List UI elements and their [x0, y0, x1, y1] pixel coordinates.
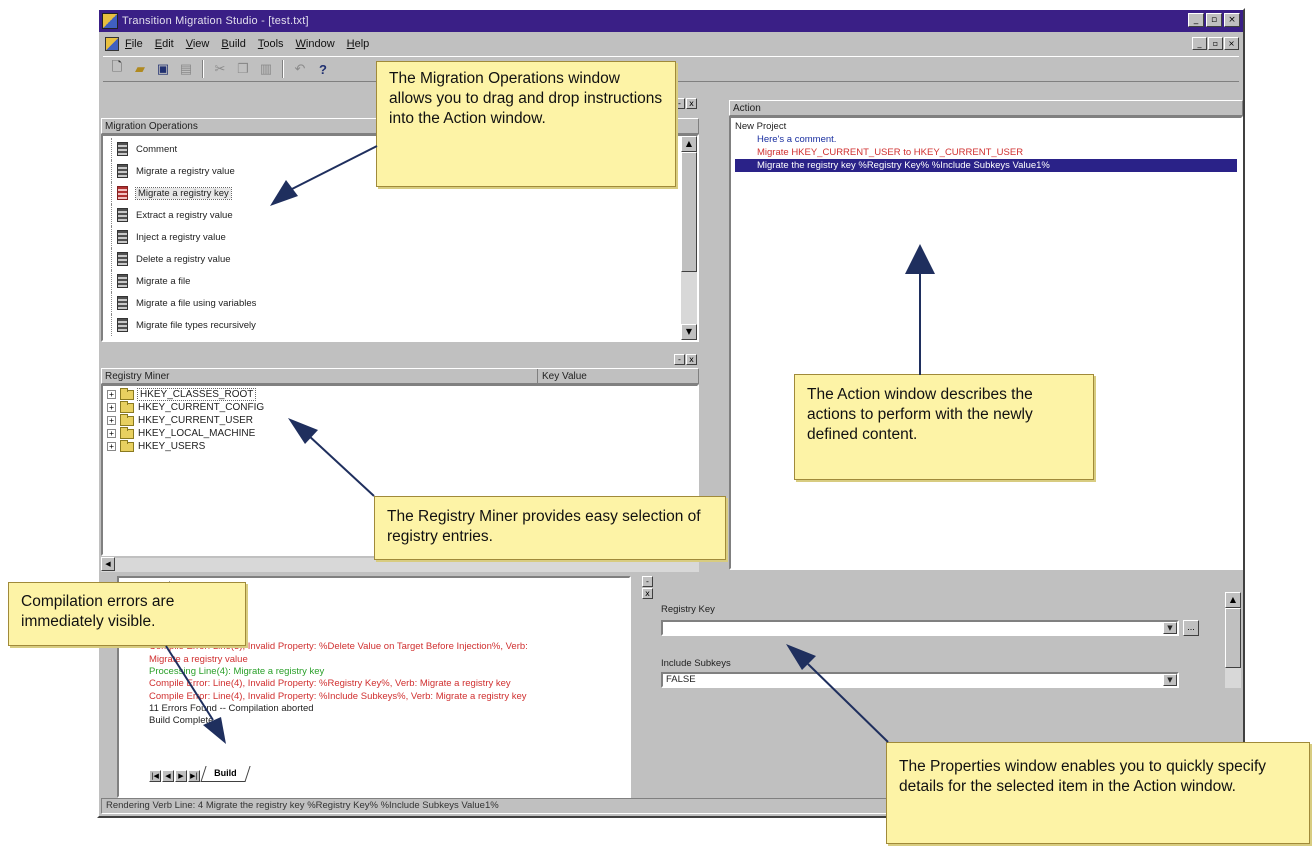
- tab-last-icon[interactable]: ▶|: [188, 770, 200, 782]
- registry-item[interactable]: + HKEY_CLASSES_ROOT: [107, 387, 693, 401]
- op-item-inject-registry-value[interactable]: Inject a registry value: [111, 226, 679, 248]
- callout-compilation-errors: Compilation errors are immediately visib…: [8, 582, 246, 646]
- app-icon: [102, 13, 118, 29]
- toolbar-separator: [202, 60, 204, 78]
- tab-build[interactable]: Build: [200, 766, 251, 782]
- operations-scrollbar[interactable]: ▲ ▼: [681, 136, 697, 340]
- callout-properties-window: The Properties window enables you to qui…: [886, 742, 1310, 844]
- action-root[interactable]: New Project: [735, 120, 1237, 133]
- callout-action-window: The Action window describes the actions …: [794, 374, 1094, 480]
- copy-icon[interactable]: ❐: [233, 59, 253, 79]
- print-icon[interactable]: ▤: [176, 59, 196, 79]
- action-line-selected[interactable]: Migrate the registry key %Registry Key% …: [735, 159, 1237, 172]
- toolbar-separator: [282, 60, 284, 78]
- registry-item[interactable]: + HKEY_CURRENT_CONFIG: [107, 400, 693, 414]
- save-icon[interactable]: ▣: [153, 59, 173, 79]
- action-line[interactable]: Here's a comment.: [735, 133, 1237, 146]
- scroll-thumb[interactable]: [681, 152, 697, 272]
- menu-help[interactable]: Help: [347, 38, 370, 50]
- pane-close-button[interactable]: x: [642, 588, 653, 599]
- title-bar[interactable]: Transition Migration Studio - [test.txt]…: [99, 10, 1243, 32]
- key-value-column-header[interactable]: Key Value: [537, 369, 587, 385]
- expand-icon[interactable]: +: [107, 429, 116, 438]
- close-button[interactable]: ×: [1224, 13, 1240, 27]
- pane-pin-button[interactable]: -: [642, 576, 653, 587]
- properties-scrollbar[interactable]: ▲: [1225, 592, 1241, 688]
- build-tabstrip: |◀ ◀ ▶ ▶| Build: [149, 766, 251, 782]
- include-subkeys-label: Include Subkeys: [661, 658, 731, 669]
- mdi-close-button[interactable]: ×: [1224, 37, 1239, 50]
- build-line: 11 Errors Found -- Compilation aborted: [149, 702, 314, 714]
- pane-pin-button[interactable]: -: [674, 354, 685, 365]
- folder-icon: [120, 413, 134, 426]
- chevron-down-icon[interactable]: ▼: [1163, 622, 1177, 634]
- scroll-down-icon[interactable]: ▼: [681, 324, 697, 340]
- menu-build[interactable]: Build: [221, 38, 245, 50]
- menu-view[interactable]: View: [186, 38, 210, 50]
- menu-bar: File Edit View Build Tools Window Help _…: [99, 34, 1243, 54]
- tab-next-icon[interactable]: ▶: [175, 770, 187, 782]
- scroll-up-icon[interactable]: ▲: [1225, 592, 1241, 608]
- mdi-restore-button[interactable]: ▫: [1208, 37, 1223, 50]
- op-item-migrate-file-variables[interactable]: Migrate a file using variables: [111, 292, 679, 314]
- folder-icon: [120, 439, 134, 452]
- build-line: Build Complete: [149, 715, 214, 727]
- registry-item[interactable]: + HKEY_CURRENT_USER: [107, 413, 693, 427]
- op-item-migrate-file-types[interactable]: Migrate file types recursively: [111, 314, 679, 336]
- op-item-migrate-file[interactable]: Migrate a file: [111, 270, 679, 292]
- registry-key-label: Registry Key: [661, 604, 715, 615]
- folder-icon: [120, 426, 134, 439]
- mdi-minimize-button[interactable]: _: [1192, 37, 1207, 50]
- minimize-button[interactable]: _: [1188, 13, 1204, 27]
- build-line: Compile Error: Line(4), Invalid Property…: [149, 690, 527, 702]
- op-item-extract-registry-value[interactable]: Extract a registry value: [111, 204, 679, 226]
- paste-icon[interactable]: ▥: [256, 59, 276, 79]
- registry-key-field[interactable]: ▼: [661, 620, 1179, 636]
- action-list: New Project Here's a comment. Migrate HK…: [729, 116, 1243, 570]
- scroll-thumb[interactable]: [1225, 608, 1241, 668]
- op-item-delete-registry-value[interactable]: Delete a registry value: [111, 248, 679, 270]
- action-line[interactable]: Migrate HKEY_CURRENT_USER to HKEY_CURREN…: [735, 146, 1237, 159]
- action-header: Action: [729, 100, 1243, 116]
- build-line: Migrate a registry value: [149, 653, 248, 665]
- callout-registry-miner: The Registry Miner provides easy selecti…: [374, 496, 726, 560]
- build-line: Compile Error: Line(4), Invalid Property…: [149, 678, 511, 690]
- chevron-down-icon[interactable]: ▼: [1163, 674, 1177, 686]
- folder-icon: [120, 387, 134, 400]
- document-icon[interactable]: [105, 37, 119, 51]
- browse-button[interactable]: ...: [1183, 620, 1199, 636]
- expand-icon[interactable]: +: [107, 390, 116, 399]
- callout-migration-operations: The Migration Operations window allows y…: [376, 61, 676, 187]
- tab-prev-icon[interactable]: ◀: [162, 770, 174, 782]
- menu-file[interactable]: File: [125, 38, 143, 50]
- scroll-left-icon[interactable]: ◀: [101, 557, 115, 571]
- expand-icon[interactable]: +: [107, 416, 116, 425]
- window-title: Transition Migration Studio - [test.txt]: [122, 15, 309, 27]
- scroll-up-icon[interactable]: ▲: [681, 136, 697, 152]
- open-folder-icon[interactable]: ▰: [130, 59, 150, 79]
- undo-icon[interactable]: ↶: [290, 59, 310, 79]
- cut-icon[interactable]: ✂: [210, 59, 230, 79]
- maximize-button[interactable]: ▫: [1206, 13, 1222, 27]
- registry-item[interactable]: + HKEY_LOCAL_MACHINE: [107, 426, 693, 440]
- tab-first-icon[interactable]: |◀: [149, 770, 161, 782]
- build-line: Processing Line(4): Migrate a registry k…: [149, 666, 325, 678]
- include-subkeys-select[interactable]: FALSE ▼: [661, 672, 1179, 688]
- folder-icon: [120, 400, 134, 413]
- registry-miner-header: Registry Miner Key Value: [101, 368, 699, 385]
- new-file-icon[interactable]: 🗋: [107, 59, 127, 79]
- expand-icon[interactable]: +: [107, 442, 116, 451]
- registry-hscrollbar[interactable]: ◀: [101, 557, 699, 572]
- pane-close-button[interactable]: x: [686, 354, 697, 365]
- registry-miner-title: Registry Miner: [105, 371, 170, 382]
- action-pane: Action New Project Here's a comment. Mig…: [729, 100, 1243, 570]
- menu-edit[interactable]: Edit: [155, 38, 174, 50]
- registry-item[interactable]: + HKEY_USERS: [107, 439, 693, 453]
- menu-window[interactable]: Window: [296, 38, 335, 50]
- help-icon[interactable]: ?: [313, 59, 333, 79]
- menu-tools[interactable]: Tools: [258, 38, 284, 50]
- pane-close-button[interactable]: x: [686, 98, 697, 109]
- expand-icon[interactable]: +: [107, 403, 116, 412]
